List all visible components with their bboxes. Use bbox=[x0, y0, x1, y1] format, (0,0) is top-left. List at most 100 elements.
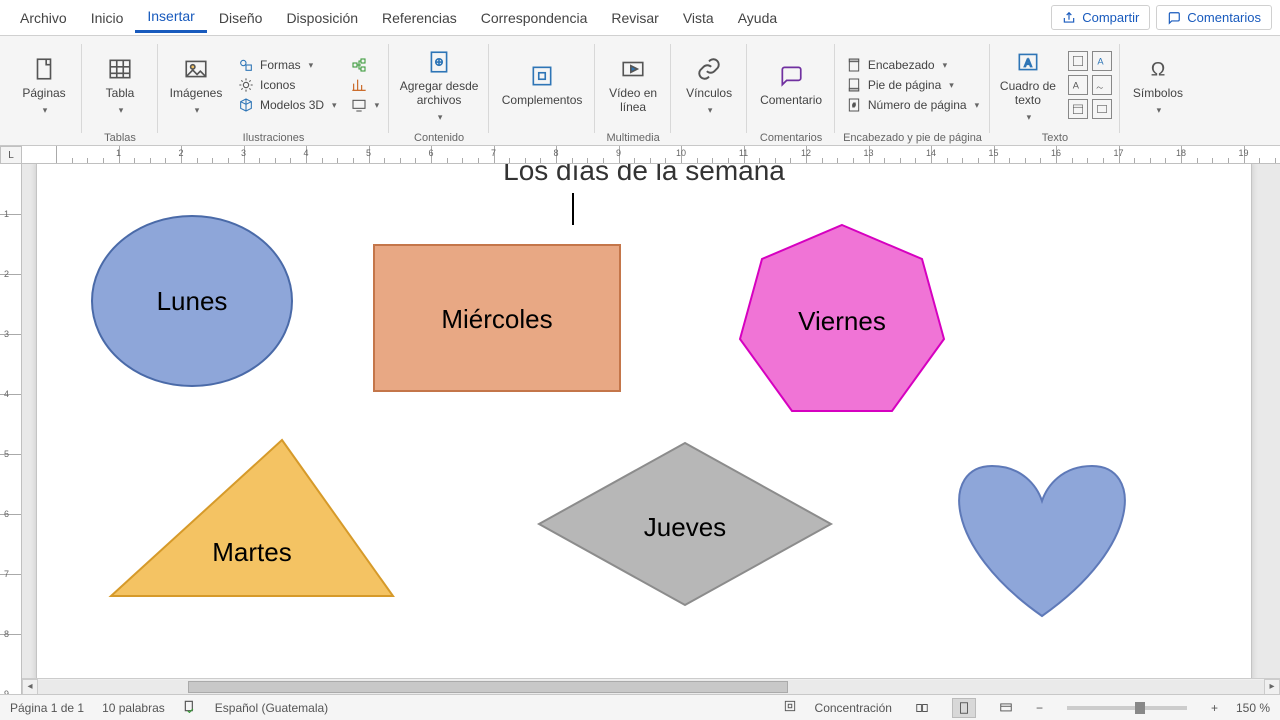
text-misc-grid: A A bbox=[1068, 51, 1112, 119]
scroll-track[interactable] bbox=[38, 680, 1264, 694]
shape-viernes[interactable]: Viernes bbox=[732, 219, 952, 419]
agregar-button[interactable]: Agregar desde archivos▾ bbox=[397, 48, 481, 122]
datetime-button[interactable] bbox=[1068, 99, 1088, 119]
screenshot-button[interactable]: ▾ bbox=[349, 96, 382, 114]
tab-revisar[interactable]: Revisar bbox=[599, 4, 670, 32]
cube-icon bbox=[238, 97, 254, 113]
dropcap-button[interactable]: A bbox=[1068, 75, 1088, 95]
formas-button[interactable]: Formas▾ bbox=[236, 56, 339, 74]
wordart-icon: A bbox=[1095, 54, 1109, 68]
group-vinculos: Vínculos▾ . bbox=[671, 40, 747, 145]
shapes-icon bbox=[238, 57, 254, 73]
svg-text:A: A bbox=[1097, 57, 1104, 67]
tab-archivo[interactable]: Archivo bbox=[8, 4, 79, 32]
newcomment-icon bbox=[777, 62, 805, 90]
cuadrotexto-label: Cuadro de texto bbox=[998, 80, 1058, 108]
share-button[interactable]: Compartir bbox=[1051, 5, 1150, 30]
video-icon bbox=[619, 55, 647, 83]
comments-button[interactable]: Comentarios bbox=[1156, 5, 1272, 30]
document-title: Los días de la semana bbox=[37, 164, 1251, 187]
text-cursor bbox=[572, 193, 574, 225]
tab-diseno[interactable]: Diseño bbox=[207, 4, 275, 32]
tabla-button[interactable]: Tabla▾ bbox=[90, 55, 150, 115]
video-button[interactable]: Vídeo en línea bbox=[603, 55, 663, 115]
group-texto-label: Texto bbox=[1042, 130, 1068, 145]
zoom-knob[interactable] bbox=[1135, 702, 1145, 714]
pie-button[interactable]: Pie de página▾ bbox=[844, 76, 981, 94]
complementos-button[interactable]: Complementos bbox=[497, 62, 587, 108]
document-canvas[interactable]: Los días de la semana Lunes Miércoles Vi… bbox=[22, 164, 1280, 694]
view-read-button[interactable] bbox=[910, 698, 934, 718]
shape-miercoles[interactable]: Miércoles bbox=[372, 243, 622, 393]
paginas-label: Páginas bbox=[22, 87, 65, 101]
scroll-right-arrow[interactable]: ▸ bbox=[1264, 679, 1280, 695]
status-words[interactable]: 10 palabras bbox=[102, 701, 165, 715]
pie-label: Pie de página bbox=[868, 78, 941, 92]
smartart-button[interactable] bbox=[349, 56, 382, 74]
view-web-button[interactable] bbox=[994, 698, 1018, 718]
shape-martes[interactable]: Martes bbox=[107, 436, 397, 601]
reuse-files-icon bbox=[425, 48, 453, 76]
horizontal-scrollbar[interactable]: ◂ ▸ bbox=[22, 678, 1280, 694]
object-icon bbox=[1095, 102, 1109, 116]
simbolos-button[interactable]: Ω Símbolos▾ bbox=[1128, 55, 1188, 115]
numero-label: Número de página bbox=[868, 98, 967, 112]
chart-button[interactable] bbox=[349, 76, 382, 94]
signature-icon bbox=[1095, 78, 1109, 92]
tab-inicio[interactable]: Inicio bbox=[79, 4, 136, 32]
ruler-corner[interactable]: L bbox=[0, 146, 22, 164]
shape-lunes[interactable]: Lunes bbox=[87, 211, 297, 391]
zoom-in-button[interactable]: + bbox=[1211, 701, 1218, 715]
iconos-button[interactable]: Iconos bbox=[236, 76, 339, 94]
tab-insertar[interactable]: Insertar bbox=[135, 2, 206, 33]
shape-viernes-label: Viernes bbox=[798, 306, 886, 336]
tab-referencias[interactable]: Referencias bbox=[370, 4, 469, 32]
group-paginas: Páginas▾ . bbox=[6, 40, 82, 145]
quickparts-button[interactable] bbox=[1068, 51, 1088, 71]
modelos3d-button[interactable]: Modelos 3D▾ bbox=[236, 96, 339, 114]
page[interactable]: Los días de la semana Lunes Miércoles Vi… bbox=[36, 164, 1252, 680]
zoom-out-button[interactable]: − bbox=[1036, 701, 1043, 715]
group-complementos: Complementos . bbox=[489, 40, 595, 145]
group-tablas: Tabla▾ Tablas bbox=[82, 40, 158, 145]
imagenes-button[interactable]: Imágenes▾ bbox=[166, 55, 226, 115]
shape-miercoles-label: Miércoles bbox=[441, 304, 552, 334]
vinculos-button[interactable]: Vínculos▾ bbox=[679, 55, 739, 115]
shape-jueves-label: Jueves bbox=[644, 512, 726, 542]
ruler-vertical[interactable]: 123456789 bbox=[0, 164, 22, 694]
scroll-left-arrow[interactable]: ◂ bbox=[22, 679, 38, 695]
addins-icon bbox=[528, 62, 556, 90]
group-texto: A Cuadro de texto▾ A A Texto bbox=[990, 40, 1120, 145]
comentario-button[interactable]: Comentario bbox=[755, 62, 827, 108]
icons-icon bbox=[238, 77, 254, 93]
vinculos-label: Vínculos bbox=[686, 87, 732, 101]
view-print-button[interactable] bbox=[952, 698, 976, 718]
object-button[interactable] bbox=[1092, 99, 1112, 119]
paginas-button[interactable]: Páginas▾ bbox=[14, 55, 74, 115]
status-lang[interactable]: Español (Guatemala) bbox=[215, 701, 328, 715]
textbox-icon: A bbox=[1014, 48, 1042, 76]
spellcheck-icon[interactable] bbox=[183, 699, 197, 716]
tab-disposicion[interactable]: Disposición bbox=[274, 4, 370, 32]
cuadrotexto-button[interactable]: A Cuadro de texto▾ bbox=[998, 48, 1058, 122]
zoom-level[interactable]: 150 % bbox=[1236, 701, 1270, 715]
status-page[interactable]: Página 1 de 1 bbox=[10, 701, 84, 715]
status-focus[interactable]: Concentración bbox=[815, 701, 892, 715]
signature-button[interactable] bbox=[1092, 75, 1112, 95]
encabezado-button[interactable]: Encabezado▾ bbox=[844, 56, 981, 74]
zoom-slider[interactable] bbox=[1067, 706, 1187, 710]
wordart-button[interactable]: A bbox=[1092, 51, 1112, 71]
numero-button[interactable]: #Número de página▾ bbox=[844, 96, 981, 114]
scroll-thumb[interactable] bbox=[188, 681, 788, 693]
ruler-horizontal[interactable]: L 1234567891011121314151617181920 bbox=[0, 146, 1280, 164]
tab-ayuda[interactable]: Ayuda bbox=[726, 4, 789, 32]
tab-vista[interactable]: Vista bbox=[671, 4, 726, 32]
modelos3d-label: Modelos 3D bbox=[260, 98, 324, 112]
simbolos-label: Símbolos bbox=[1133, 87, 1183, 101]
shape-jueves[interactable]: Jueves bbox=[535, 439, 835, 609]
header-icon bbox=[846, 57, 862, 73]
tab-correspondencia[interactable]: Correspondencia bbox=[469, 4, 600, 32]
screenshot-icon bbox=[351, 97, 367, 113]
status-bar: Página 1 de 1 10 palabras Español (Guate… bbox=[0, 694, 1280, 720]
shape-heart[interactable] bbox=[922, 446, 1162, 621]
